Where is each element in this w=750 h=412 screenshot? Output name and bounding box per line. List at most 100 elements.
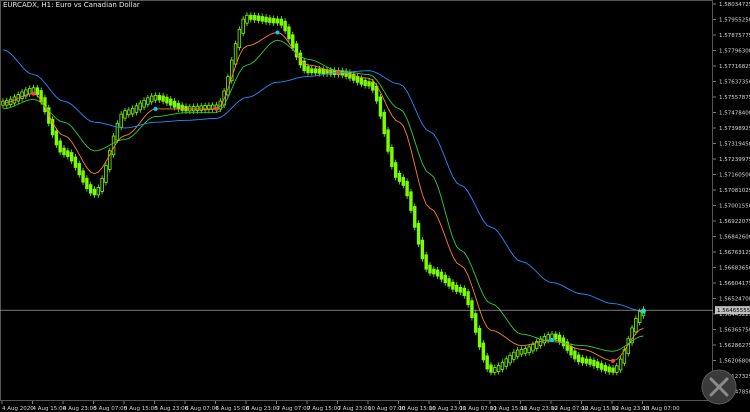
- candle-body: [283, 20, 287, 32]
- candle-body: [271, 18, 276, 24]
- candle-body: [546, 334, 550, 341]
- candle-body: [321, 68, 325, 75]
- candle-body: [180, 104, 184, 111]
- candle-body: [611, 367, 615, 373]
- candle-body: [130, 107, 135, 115]
- candle-body: [313, 68, 318, 74]
- chart-title: EURCADX, H1: Euro vs Canadian Dollar: [3, 1, 140, 9]
- price-tick-label: 1.57081025: [719, 188, 750, 194]
- candle-body: [359, 78, 364, 85]
- candle-body: [474, 313, 478, 333]
- candle-body: [485, 355, 489, 370]
- time-tick-label: 6 Aug 23:00: [246, 406, 280, 412]
- candle-body: [603, 364, 608, 372]
- candle-body: [264, 16, 268, 23]
- candle-body: [233, 43, 238, 65]
- time-tick-label: 6 Aug 07:00: [185, 406, 219, 412]
- candle-body: [374, 85, 379, 102]
- candle-body: [367, 81, 371, 87]
- candle-body: [561, 337, 566, 347]
- price-tick-label: 1.56604175: [719, 281, 750, 287]
- candle-body: [54, 130, 59, 146]
- candle-body: [165, 96, 169, 104]
- time-tick-label: 7 Aug 15:00: [307, 406, 341, 412]
- candle-body: [275, 18, 280, 24]
- candle-body: [85, 177, 89, 190]
- candle-body: [435, 269, 440, 277]
- candle-body: [477, 327, 482, 348]
- candle-body: [378, 96, 383, 117]
- candle-body: [637, 311, 642, 323]
- candle-body: [416, 222, 421, 245]
- plot-frame: [0, 0, 713, 401]
- candle-body: [607, 366, 611, 373]
- candle-body: [237, 28, 242, 49]
- ma-mid-line: [2, 39, 644, 352]
- candle-body: [88, 184, 93, 194]
- candle-body: [413, 206, 417, 228]
- candle-body: [310, 68, 314, 74]
- candle-body: [96, 187, 101, 196]
- price-tick-label: 1.57239975: [719, 157, 750, 163]
- candle-body: [123, 110, 127, 119]
- candle-body: [138, 102, 142, 111]
- candle-body: [596, 361, 600, 368]
- candle-body: [405, 181, 409, 197]
- candle-body: [523, 348, 528, 354]
- ma-fast-line: [2, 32, 644, 362]
- candle-body: [27, 87, 32, 95]
- candle-body: [119, 113, 123, 128]
- candle-body: [81, 170, 85, 183]
- chart-window[interactable]: 1.58034725 1.57955250 1.57875775 1.57796300…: [0, 0, 750, 412]
- price-tick-label: 1.57557875: [719, 95, 750, 101]
- price-tick-label: 1.56842600: [719, 235, 750, 241]
- candle-body: [153, 95, 158, 101]
- candle-body: [542, 336, 547, 344]
- candle-body: [588, 358, 592, 365]
- signal-marker: [153, 106, 158, 111]
- candle-body: [306, 66, 310, 74]
- candle-body: [104, 165, 108, 183]
- candle-body: [618, 358, 623, 371]
- price-tick-label: 1.57637350: [719, 80, 750, 86]
- candle-body: [451, 281, 455, 290]
- candle-body: [554, 333, 558, 340]
- price-tick-label: 1.57478400: [719, 111, 750, 117]
- candle-body: [580, 357, 585, 364]
- price-tick-label: 1.56683650: [719, 266, 750, 272]
- candle-body: [279, 18, 284, 26]
- candle-body: [291, 34, 295, 49]
- candle-body: [382, 111, 386, 135]
- candle-body: [363, 79, 367, 86]
- candle-body: [527, 346, 531, 354]
- candle-body: [397, 173, 402, 182]
- candle-body: [493, 367, 497, 373]
- price-tick-label: 1.57398925: [719, 126, 750, 132]
- candle-body: [470, 300, 474, 318]
- signal-marker: [31, 91, 36, 96]
- candle-body: [409, 191, 413, 211]
- candle-body: [512, 351, 516, 360]
- price-chart[interactable]: 1.58034725 1.57955250 1.57875775 1.57796300…: [0, 0, 750, 412]
- candle-body: [584, 358, 589, 364]
- time-tick-label: 5 Aug 23:00: [155, 406, 189, 412]
- price-tick-label: 1.56286275: [719, 343, 750, 349]
- price-tick-label: 1.56524700: [719, 297, 750, 303]
- candle-body: [252, 15, 257, 21]
- candle-body: [519, 348, 524, 355]
- time-tick-label: 5 Aug 15:00: [124, 406, 158, 412]
- candle-body: [355, 75, 360, 83]
- signal-marker: [336, 70, 341, 75]
- candle-body: [195, 105, 200, 111]
- price-tick-label: 1.56922075: [719, 219, 750, 225]
- candle-body: [176, 102, 181, 110]
- candle-body: [401, 177, 406, 186]
- candle-body: [100, 177, 104, 192]
- candle-body: [634, 318, 638, 333]
- candle-body: [424, 254, 428, 270]
- price-tick-label: 1.57001550: [719, 204, 750, 210]
- candle-body: [458, 286, 463, 293]
- candle-body: [390, 146, 394, 167]
- price-tick-label: 1.58034725: [719, 2, 750, 8]
- time-tick-label: 5 Aug 07:00: [94, 406, 128, 412]
